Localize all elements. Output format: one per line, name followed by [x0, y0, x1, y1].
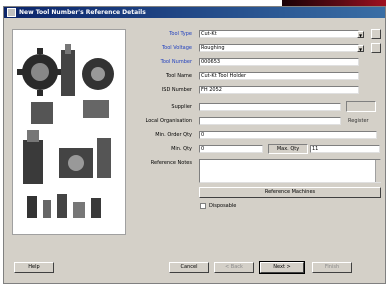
chevron-down-icon[interactable]: ▼	[357, 31, 364, 38]
tool-illustration	[17, 44, 114, 218]
tool-type-label: Tool Type	[169, 31, 192, 37]
reference-notes-textarea[interactable]	[199, 159, 381, 183]
max-qty-value: 11	[312, 146, 319, 152]
min-order-qty-field[interactable]: 0	[199, 131, 377, 139]
min-qty-field[interactable]: 0	[199, 145, 263, 153]
notes-scrollbar[interactable]	[375, 160, 381, 182]
tool-number-field[interactable]: 000653	[199, 58, 359, 66]
tool-name-value: Cut-Kt Tool Holder	[201, 73, 247, 79]
isd-number-value: FH 2052	[201, 87, 222, 93]
window-title: New Tool Number's Reference Details	[19, 9, 146, 16]
help-button[interactable]: Help	[14, 262, 54, 273]
dialog-window: New Tool Number's Reference Details Tool…	[3, 6, 386, 284]
app-icon	[7, 8, 16, 17]
min-order-qty-value: 0	[201, 132, 205, 138]
min-qty-value: 0	[201, 146, 205, 152]
title-bar[interactable]: New Tool Number's Reference Details	[4, 7, 385, 18]
isd-number-label: ISD Number	[161, 87, 192, 93]
tool-number-value: 000653	[201, 59, 221, 65]
register-label: Register	[348, 118, 369, 124]
supplier-label: Supplier	[171, 104, 192, 110]
tool-number-label: Tool Number	[160, 59, 192, 65]
next-button[interactable]: Next >	[259, 261, 305, 274]
tool-type-value: Cut-Kt	[201, 31, 217, 37]
min-order-qty-label: Min. Order Qty	[155, 132, 192, 138]
tool-name-field[interactable]: Cut-Kt Tool Holder	[199, 72, 359, 80]
tool-voltage-value: Roughing	[201, 45, 225, 51]
reference-machines-button[interactable]: Reference Machines	[199, 187, 381, 198]
tool-name-label: Tool Name	[165, 73, 192, 79]
tool-voltage-select[interactable]: Roughing	[199, 44, 359, 52]
ellipsis-icon[interactable]	[371, 29, 381, 39]
max-qty-field[interactable]: 11	[310, 145, 380, 153]
tool-voltage-label: Tool Voltage	[161, 45, 192, 51]
back-button[interactable]: < Back	[214, 262, 254, 273]
local-organisation-field[interactable]	[199, 117, 341, 125]
isd-number-field[interactable]: FH 2052	[199, 86, 359, 94]
tool-type-select[interactable]: Cut-Kt	[199, 30, 359, 38]
supplier-field[interactable]	[199, 103, 341, 111]
ellipsis-icon[interactable]	[371, 43, 381, 53]
finish-button[interactable]: Finish	[312, 262, 352, 273]
cancel-button[interactable]: Cancel	[169, 262, 209, 273]
chevron-down-icon[interactable]: ▼	[357, 45, 364, 52]
disposable-label: Disposable	[209, 203, 237, 209]
supplier-lookup-box[interactable]	[346, 101, 376, 112]
max-qty-label: Max. Qty	[268, 144, 308, 154]
disposable-checkbox[interactable]	[200, 203, 206, 209]
local-organisation-label: Local Organisation	[145, 118, 193, 124]
reference-notes-label: Reference Notes	[150, 160, 192, 166]
min-qty-label: Min. Qty	[171, 146, 192, 152]
tool-image	[12, 29, 126, 235]
